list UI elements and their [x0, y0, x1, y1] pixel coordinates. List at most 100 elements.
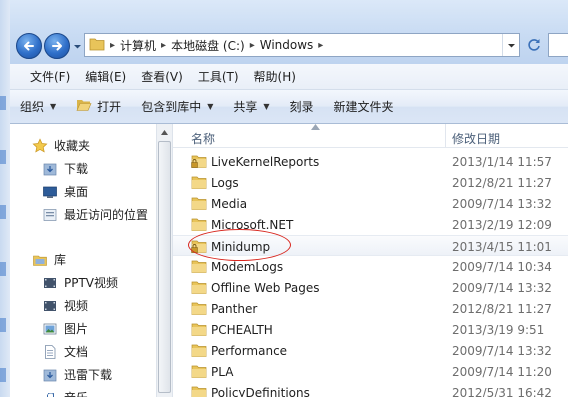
file-name: Offline Web Pages: [211, 281, 320, 295]
arrow-left-icon: [24, 41, 34, 51]
video-library-icon: [42, 275, 58, 291]
table-row[interactable]: Offline Web Pages 2009/7/14 13:32: [173, 277, 568, 298]
folder-icon: [191, 323, 207, 336]
nav-item-label: 文档: [64, 345, 89, 359]
breadcrumb-separator-icon[interactable]: ▸: [161, 40, 166, 51]
folder-icon: [89, 37, 105, 54]
breadcrumb-separator-icon[interactable]: ▸: [250, 40, 255, 51]
nav-libraries[interactable]: 库: [32, 251, 66, 268]
table-row[interactable]: PLA 2009/7/14 11:20: [173, 361, 568, 382]
scroll-up-icon[interactable]: [157, 124, 172, 141]
table-row[interactable]: Performance 2009/7/14 13:32: [173, 340, 568, 361]
recent-pages-dropdown-icon[interactable]: [73, 42, 82, 51]
nav-item-pictures[interactable]: 图片: [42, 320, 88, 337]
table-row[interactable]: ModemLogs 2009/7/14 10:34: [173, 256, 568, 277]
column-divider[interactable]: [445, 124, 446, 147]
forward-button[interactable]: [44, 33, 70, 59]
folder-icon: [191, 344, 207, 357]
nav-item-label: 最近访问的位置: [64, 208, 149, 222]
file-name: Media: [211, 197, 248, 211]
breadcrumb-local-disk[interactable]: 本地磁盘 (C:): [171, 37, 245, 54]
breadcrumb-computer[interactable]: 计算机: [120, 37, 156, 54]
table-row[interactable]: PolicyDefinitions 2012/5/31 16:42: [173, 382, 568, 397]
menu-help[interactable]: 帮助(H): [254, 68, 296, 85]
column-date-modified[interactable]: 修改日期: [452, 130, 500, 147]
refresh-button[interactable]: [522, 33, 546, 57]
burn-label: 刻录: [289, 100, 314, 114]
menu-tools[interactable]: 工具(T): [198, 68, 239, 85]
scrollbar-thumb[interactable]: [158, 141, 171, 393]
search-input[interactable]: [548, 33, 568, 57]
file-date-modified: 2009/7/14 13:32: [452, 344, 552, 358]
download-folder-icon: [42, 161, 58, 177]
file-date-modified: 2009/7/14 10:34: [452, 260, 552, 274]
open-button[interactable]: 打开: [76, 98, 121, 115]
chevron-down-icon: ▼: [50, 102, 57, 111]
table-row[interactable]: Logs 2012/8/21 11:27: [173, 172, 568, 193]
new-folder-button[interactable]: 新建文件夹: [334, 98, 394, 115]
file-date-modified: 2009/7/14 11:20: [452, 365, 552, 379]
arrow-right-icon: [52, 41, 62, 51]
organize-button[interactable]: 组织 ▼: [20, 98, 56, 115]
navigation-pane-scrollbar[interactable]: [156, 124, 173, 397]
folder-icon: [191, 365, 207, 378]
file-date-modified: 2009/7/14 13:32: [452, 281, 552, 295]
file-name: LiveKernelReports: [211, 155, 320, 169]
nav-item-music[interactable]: 音乐: [42, 389, 88, 397]
file-name: Performance: [211, 344, 288, 358]
folder-icon: [191, 260, 207, 273]
nav-item-thunder-downloads[interactable]: 迅雷下载: [42, 366, 112, 383]
nav-item-videos[interactable]: 视频: [42, 297, 88, 314]
nav-item-desktop[interactable]: 桌面: [42, 183, 88, 200]
folder-icon: [191, 386, 207, 397]
include-in-library-button[interactable]: 包含到库中 ▼: [141, 98, 213, 115]
menu-edit[interactable]: 编辑(E): [85, 68, 126, 85]
music-library-icon: [42, 390, 58, 397]
folder-icon: [191, 218, 207, 231]
desktop-icon: [42, 184, 58, 200]
breadcrumb-separator-icon[interactable]: ▸: [110, 40, 115, 51]
breadcrumb-windows[interactable]: Windows: [260, 38, 314, 52]
file-date-modified: 2013/2/19 12:09: [452, 218, 552, 232]
nav-item-label: 迅雷下载: [64, 368, 113, 382]
table-row[interactable]: Panther 2012/8/21 11:27: [173, 298, 568, 319]
burn-button[interactable]: 刻录: [290, 98, 314, 115]
nav-item-documents[interactable]: 文档: [42, 343, 88, 360]
menu-file[interactable]: 文件(F): [30, 68, 70, 85]
download-folder-icon: [42, 367, 58, 383]
table-row[interactable]: Media 2009/7/14 13:32: [173, 193, 568, 214]
nav-item-pptv-video[interactable]: PPTV视频: [42, 274, 118, 291]
table-row[interactable]: Microsoft.NET 2013/2/19 12:09: [173, 214, 568, 235]
nav-item-downloads[interactable]: 下载: [42, 160, 88, 177]
nav-favorites[interactable]: 收藏夹: [32, 137, 90, 154]
column-name[interactable]: 名称: [191, 130, 215, 147]
document-library-icon: [42, 344, 58, 360]
file-name: ModemLogs: [211, 260, 284, 274]
nav-item-recent-places[interactable]: 最近访问的位置: [42, 206, 148, 223]
chevron-down-icon: ▼: [263, 102, 270, 111]
breadcrumb-separator-icon[interactable]: ▸: [318, 40, 323, 51]
file-date-modified: 2013/4/15 11:01: [452, 240, 552, 254]
file-name: PolicyDefinitions: [211, 386, 310, 397]
table-row[interactable]: Minidump 2013/4/15 11:01: [173, 235, 568, 256]
picture-library-icon: [42, 321, 58, 337]
file-date-modified: 2012/8/21 11:27: [452, 302, 552, 316]
address-bar[interactable]: ▸ 计算机 ▸ 本地磁盘 (C:) ▸ Windows ▸: [84, 33, 520, 57]
locked-folder-icon: [191, 155, 207, 168]
library-icon: [32, 252, 48, 268]
menu-view[interactable]: 查看(V): [141, 68, 183, 85]
folder-icon: [191, 197, 207, 210]
share-label: 共享: [233, 100, 258, 114]
table-row[interactable]: LiveKernelReports 2013/1/14 11:57: [173, 151, 568, 172]
share-button[interactable]: 共享 ▼: [233, 98, 269, 115]
table-row[interactable]: PCHEALTH 2013/3/19 9:51: [173, 319, 568, 340]
file-name: PCHEALTH: [211, 323, 273, 337]
chevron-down-icon: [507, 43, 515, 47]
address-history-dropdown[interactable]: [502, 34, 519, 56]
nav-item-label: 图片: [64, 322, 89, 336]
back-button[interactable]: [16, 33, 42, 59]
open-label: 打开: [97, 100, 122, 114]
video-library-icon: [42, 298, 58, 314]
file-name: PLA: [211, 365, 234, 379]
locked-folder-icon: [191, 240, 207, 253]
